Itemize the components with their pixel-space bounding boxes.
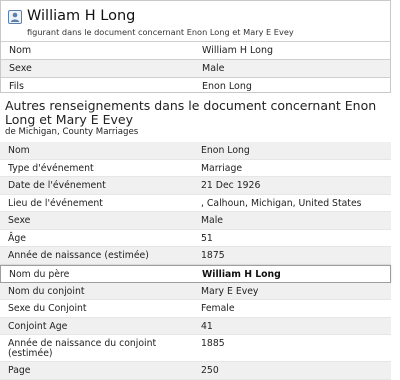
person-card: William H Long figurant dans le document… <box>0 0 391 93</box>
detail-label: Nom du conjoint <box>8 285 85 297</box>
person-subtitle: figurant dans le document concernant Eno… <box>27 27 294 37</box>
section-source: de Michigan, County Marriages <box>5 127 139 137</box>
detail-row-page: Page 250 <box>0 362 391 380</box>
person-name: William H Long <box>27 8 136 24</box>
detail-row-birth-year: Année de naissance (estimée) 1875 <box>0 247 391 265</box>
detail-value: 41 <box>201 320 213 332</box>
detail-value-highlighted: William H Long <box>202 268 281 280</box>
section-title: Autres renseignements dans le document c… <box>5 98 377 127</box>
detail-label: Sexe du Conjoint <box>8 303 87 314</box>
detail-value: 1885 <box>201 338 225 349</box>
detail-label: Nom <box>8 145 30 156</box>
detail-row-spouse-age: Conjoint Age 41 <box>0 317 391 335</box>
detail-row-name: Nom Enon Long <box>0 142 391 160</box>
detail-row-age: Âge 51 <box>0 230 391 247</box>
detail-label: Page <box>8 365 31 376</box>
summary-value: Male <box>202 63 225 74</box>
summary-row-name: Nom William H Long <box>1 41 390 59</box>
detail-label: Âge <box>8 232 26 244</box>
detail-label: Année de naissance (estimée) <box>8 250 149 261</box>
detail-value: Marriage <box>201 162 243 174</box>
son-link[interactable]: Enon Long <box>202 78 252 95</box>
summary-label: Sexe <box>9 63 32 74</box>
detail-row-event-type: Type d'événement Marriage <box>0 160 391 177</box>
detail-value: Female <box>201 303 235 314</box>
person-icon <box>8 10 22 24</box>
summary-value: William H Long <box>202 45 273 56</box>
person-summary-table: Nom William H Long Sexe Male Fils Enon L… <box>1 41 390 95</box>
detail-row-event-date: Date de l'événement 21 Dec 1926 <box>0 177 391 195</box>
summary-row-sex: Sexe Male <box>1 59 390 77</box>
principal-link[interactable]: Enon Long <box>201 142 250 159</box>
summary-label: Nom <box>9 45 32 56</box>
record-page: William H Long figurant dans le document… <box>0 0 400 380</box>
person-card-header: William H Long figurant dans le document… <box>1 1 390 41</box>
summary-row-son: Fils Enon Long <box>1 77 390 95</box>
detail-label: Date de l'événement <box>8 180 106 191</box>
detail-label: Lieu de l'événement <box>8 197 103 209</box>
detail-label: Année de naissance du conjoint (estimée) <box>8 338 157 359</box>
detail-row-father-name: Nom du père William H Long <box>0 264 391 283</box>
detail-value: Male <box>201 215 224 226</box>
spouse-link[interactable]: Mary E Evey <box>201 283 258 300</box>
detail-row-sex: Sexe Male <box>0 212 391 230</box>
detail-label: Nom du père <box>9 268 70 280</box>
detail-row-spouse-name: Nom du conjoint Mary E Evey <box>0 282 391 300</box>
details-table: Nom Enon Long Type d'événement Marriage … <box>0 142 391 380</box>
detail-value: 250 <box>201 365 219 376</box>
detail-value: , Calhoun, Michigan, United States <box>201 197 362 209</box>
detail-value: 51 <box>201 232 213 244</box>
detail-row-spouse-sex: Sexe du Conjoint Female <box>0 300 391 318</box>
detail-label: Sexe <box>8 215 31 226</box>
summary-label: Fils <box>9 81 25 92</box>
detail-label: Type d'événement <box>8 162 94 174</box>
detail-value: 1875 <box>201 250 225 261</box>
detail-label: Conjoint Age <box>8 320 68 332</box>
detail-row-event-place: Lieu de l'événement , Calhoun, Michigan,… <box>0 195 391 212</box>
detail-value: 21 Dec 1926 <box>201 180 261 191</box>
detail-row-spouse-birth-year: Année de naissance du conjoint (estimée)… <box>0 335 391 362</box>
